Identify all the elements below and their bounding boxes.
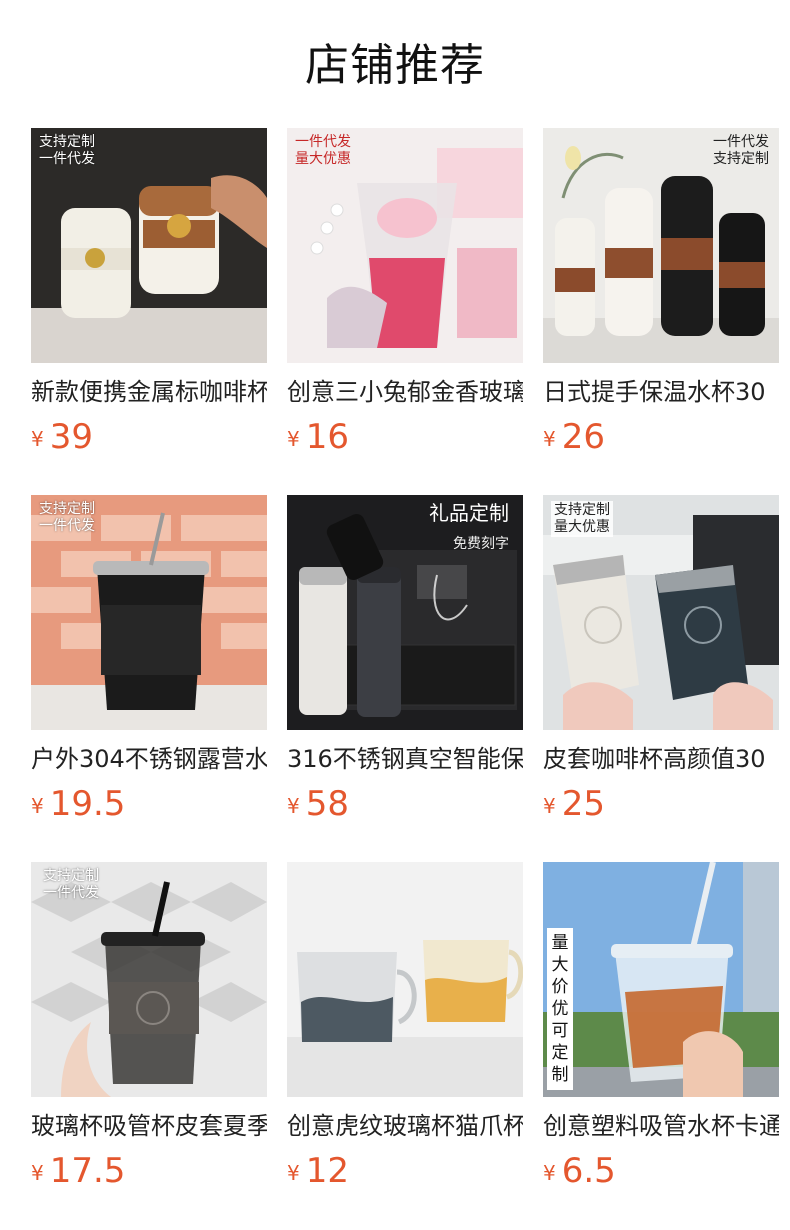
product-price: ¥12: [287, 1151, 523, 1191]
product-image[interactable]: 支持定制 量大优惠: [543, 495, 779, 730]
product-price: ¥39: [31, 417, 267, 457]
product-price: ¥16: [287, 417, 523, 457]
page-title: 店铺推荐: [305, 40, 485, 91]
product-name[interactable]: 创意三小兔郁金香玻璃杯: [287, 377, 523, 407]
price-value: 16: [305, 417, 349, 457]
product-name[interactable]: 日式提手保温水杯30: [543, 377, 779, 407]
product-image[interactable]: [287, 862, 523, 1097]
product-name[interactable]: 新款便携金属标咖啡杯: [31, 377, 267, 407]
product-badge: 一件代发 支持定制: [713, 134, 769, 167]
product-card[interactable]: 一件代发 支持定制 日式提手保温水杯30 ¥26: [543, 128, 779, 495]
product-card[interactable]: 一件代发 量大优惠 创意三小兔郁金香玻璃杯 ¥16: [287, 128, 523, 495]
currency-symbol: ¥: [31, 794, 44, 818]
product-card[interactable]: 支持定制 一件代发 玻璃杯吸管杯皮套夏季 ¥17.5: [31, 862, 267, 1229]
currency-symbol: ¥: [543, 1161, 556, 1185]
product-grid: 支持定制 一件代发 新款便携金属标咖啡杯 ¥39 一件代发 量大优惠 创意三小兔…: [31, 128, 781, 1229]
product-name[interactable]: 创意虎纹玻璃杯猫爪杯: [287, 1111, 523, 1141]
product-image[interactable]: 支持定制 一件代发: [31, 495, 267, 730]
product-card[interactable]: 创意虎纹玻璃杯猫爪杯 ¥12: [287, 862, 523, 1229]
currency-symbol: ¥: [31, 1161, 44, 1185]
price-value: 39: [49, 417, 93, 457]
product-name[interactable]: 创意塑料吸管水杯卡通: [543, 1111, 779, 1141]
product-image[interactable]: 支持定制 一件代发: [31, 862, 267, 1097]
product-photo: [287, 862, 523, 1097]
product-name[interactable]: 316不锈钢真空智能保温杯: [287, 744, 523, 774]
currency-symbol: ¥: [543, 794, 556, 818]
product-image[interactable]: 一件代发 量大优惠: [287, 128, 523, 363]
product-badge: 支持定制 一件代发: [39, 134, 95, 167]
currency-symbol: ¥: [31, 427, 44, 451]
price-value: 25: [561, 784, 605, 824]
vertical-promo-tag: 量大价优 可定制: [547, 928, 573, 1090]
product-price: ¥58: [287, 784, 523, 824]
price-value: 17.5: [49, 1151, 126, 1191]
product-badge: 支持定制 一件代发: [43, 868, 99, 901]
product-badge: 支持定制 一件代发: [39, 501, 95, 534]
store-recommend-page: 店铺推荐 支持定制 一件代发 新款便携金属标咖啡杯 ¥ 39 一件代发 量大优惠…: [0, 0, 790, 1230]
product-price: ¥19.5: [31, 784, 267, 824]
product-card[interactable]: 支持定制 量大优惠 皮套咖啡杯高颜值30 ¥25: [543, 495, 779, 862]
price-value: 19.5: [49, 784, 126, 824]
currency-symbol: ¥: [287, 794, 300, 818]
product-price: ¥6.5: [543, 1151, 779, 1191]
price-value: 58: [305, 784, 349, 824]
product-name[interactable]: 户外304不锈钢露营水杯: [31, 744, 267, 774]
product-card[interactable]: 支持定制 一件代发 新款便携金属标咖啡杯 ¥39: [31, 128, 267, 495]
product-name[interactable]: 玻璃杯吸管杯皮套夏季: [31, 1111, 267, 1141]
product-price: ¥17.5: [31, 1151, 267, 1191]
product-card[interactable]: 支持定制 一件代发 户外304不锈钢露营水杯 ¥19.5: [31, 495, 267, 862]
free-engraving-label: 免费刻字: [453, 536, 509, 552]
product-photo: [287, 495, 523, 730]
price-value: 6.5: [561, 1151, 616, 1191]
price-value: 26: [561, 417, 605, 457]
currency-symbol: ¥: [287, 427, 300, 451]
currency-symbol: ¥: [287, 1161, 300, 1185]
product-price: ¥25: [543, 784, 779, 824]
gift-custom-label: 礼品定制: [429, 501, 509, 525]
product-price: ¥26: [543, 417, 779, 457]
product-name[interactable]: 皮套咖啡杯高颜值30: [543, 744, 779, 774]
product-badge: 支持定制 量大优惠: [551, 501, 613, 537]
price-value: 12: [305, 1151, 349, 1191]
product-image[interactable]: 支持定制 一件代发: [31, 128, 267, 363]
product-photo: [543, 862, 779, 1097]
product-badge: 一件代发 量大优惠: [295, 134, 351, 167]
product-card[interactable]: 礼品定制 免费刻字 316不锈钢真空智能保温杯 ¥58: [287, 495, 523, 862]
product-image[interactable]: 礼品定制 免费刻字: [287, 495, 523, 730]
product-image[interactable]: 一件代发 支持定制: [543, 128, 779, 363]
currency-symbol: ¥: [543, 427, 556, 451]
product-image[interactable]: 量大价优 可定制: [543, 862, 779, 1097]
product-card[interactable]: 量大价优 可定制 创意塑料吸管水杯卡通 ¥6.5: [543, 862, 779, 1229]
